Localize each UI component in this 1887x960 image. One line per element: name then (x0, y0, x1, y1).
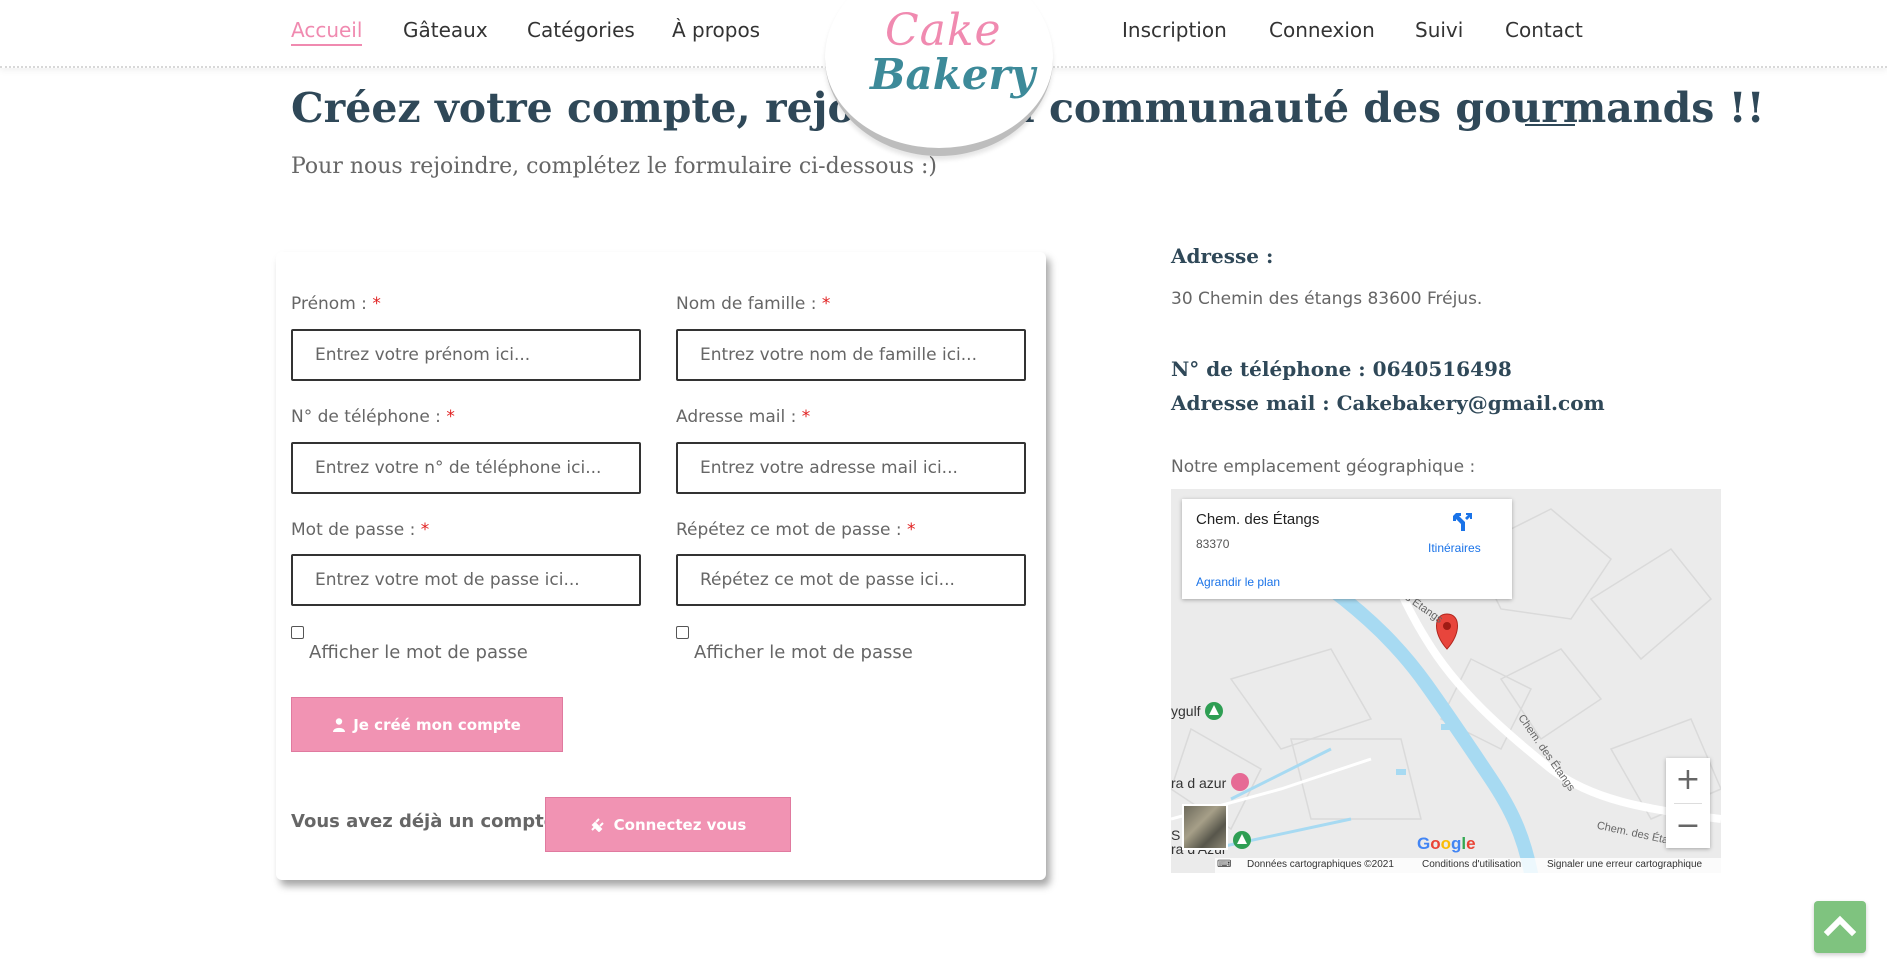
nav-link-accueil[interactable]: Accueil (291, 18, 363, 46)
login-button[interactable]: Connectez vous (545, 797, 791, 852)
address-text: 30 Chemin des étangs 83600 Fréjus. (1171, 289, 1483, 309)
enlarge-map-link[interactable]: Agrandir le plan (1196, 575, 1280, 589)
satellite-view-toggle[interactable] (1182, 804, 1228, 850)
map-terms-link[interactable]: Conditions d'utilisation (1422, 859, 1521, 870)
chevron-up-icon (1823, 915, 1857, 937)
create-account-button[interactable]: Je créé mon compte (291, 697, 563, 752)
map-footer: ⌨ Données cartographiques ©2021 Conditio… (1215, 858, 1721, 873)
email-address: Cakebakery@gmail.com (1336, 391, 1605, 415)
show-password-label[interactable]: Afficher le mot de passe (309, 642, 528, 663)
plug-icon (590, 817, 604, 832)
lastname-input[interactable] (676, 329, 1026, 381)
email-input[interactable] (676, 442, 1026, 494)
directions-icon[interactable] (1452, 511, 1474, 539)
required-mark: * (907, 520, 916, 540)
logo-text-bakery[interactable]: Bakery (870, 50, 1035, 99)
password-repeat-label: Répétez ce mot de passe : * (676, 520, 916, 540)
map-place-card: Chem. des Étangs 83370 Agrandir le plan … (1182, 499, 1512, 599)
map-report-link[interactable]: Signaler une erreur cartographique (1547, 859, 1702, 870)
required-mark: * (821, 294, 831, 314)
nav-link-connexion[interactable]: Connexion (1269, 18, 1375, 42)
firstname-input[interactable] (291, 329, 641, 381)
required-mark: * (801, 407, 811, 427)
user-icon (333, 717, 346, 732)
nav-link-inscription[interactable]: Inscription (1122, 18, 1227, 42)
nav-link-categories[interactable]: Catégories (527, 18, 635, 42)
required-mark: * (420, 520, 430, 540)
phone-label: N° de téléphone : * (291, 407, 455, 427)
scroll-to-top-button[interactable] (1814, 901, 1866, 953)
map-data-credit: Données cartographiques ©2021 (1247, 859, 1394, 870)
required-mark: * (446, 407, 455, 427)
create-account-label: Je créé mon compte (353, 715, 521, 734)
password-input[interactable] (291, 554, 641, 606)
map-zoom-controls: + − (1666, 758, 1710, 848)
map-poi-label: ygulf (1171, 703, 1201, 719)
password-label: Mot de passe : * (291, 520, 430, 540)
location-label: Notre emplacement géographique : (1171, 457, 1476, 477)
email-line: Adresse mail : Cakebakery@gmail.com (1171, 391, 1605, 415)
zoom-out-button[interactable]: − (1666, 804, 1710, 848)
nav-link-gateaux[interactable]: Gâteaux (403, 18, 488, 42)
map-place-zip: 83370 (1196, 537, 1230, 551)
firstname-label: Prénom : * (291, 294, 381, 314)
phone-input[interactable] (291, 442, 641, 494)
phone-number: 0640516498 (1372, 357, 1512, 381)
map-poi-label: ra d azur (1171, 775, 1227, 791)
logo-text-cake[interactable]: Cake (885, 5, 1002, 56)
directions-link[interactable]: Itinéraires (1428, 541, 1481, 555)
show-password-repeat-checkbox[interactable] (676, 626, 689, 639)
password-repeat-input[interactable] (676, 554, 1026, 606)
show-password-checkbox[interactable] (291, 626, 304, 639)
nav-link-suivi[interactable]: Suivi (1415, 18, 1463, 42)
already-account-text: Vous avez déjà un compte ? (291, 811, 573, 832)
email-label: Adresse mail : * (676, 407, 811, 427)
google-logo: Google (1417, 834, 1476, 853)
required-mark: * (372, 294, 381, 314)
map-place-name: Chem. des Étangs (1196, 511, 1320, 528)
lastname-label: Nom de famille : * (676, 294, 831, 314)
show-password-repeat-label[interactable]: Afficher le mot de passe (694, 642, 913, 663)
address-title: Adresse : (1171, 244, 1274, 268)
nav-link-a-propos[interactable]: À propos (672, 18, 760, 42)
keyboard-icon[interactable]: ⌨ (1217, 859, 1231, 870)
nav-link-contact[interactable]: Contact (1505, 18, 1583, 42)
login-label: Connectez vous (613, 815, 747, 834)
zoom-in-button[interactable]: + (1666, 758, 1710, 802)
page-subtitle: Pour nous rejoindre, complétez le formul… (291, 154, 937, 179)
phone-line: N° de téléphone : 0640516498 (1171, 357, 1512, 381)
